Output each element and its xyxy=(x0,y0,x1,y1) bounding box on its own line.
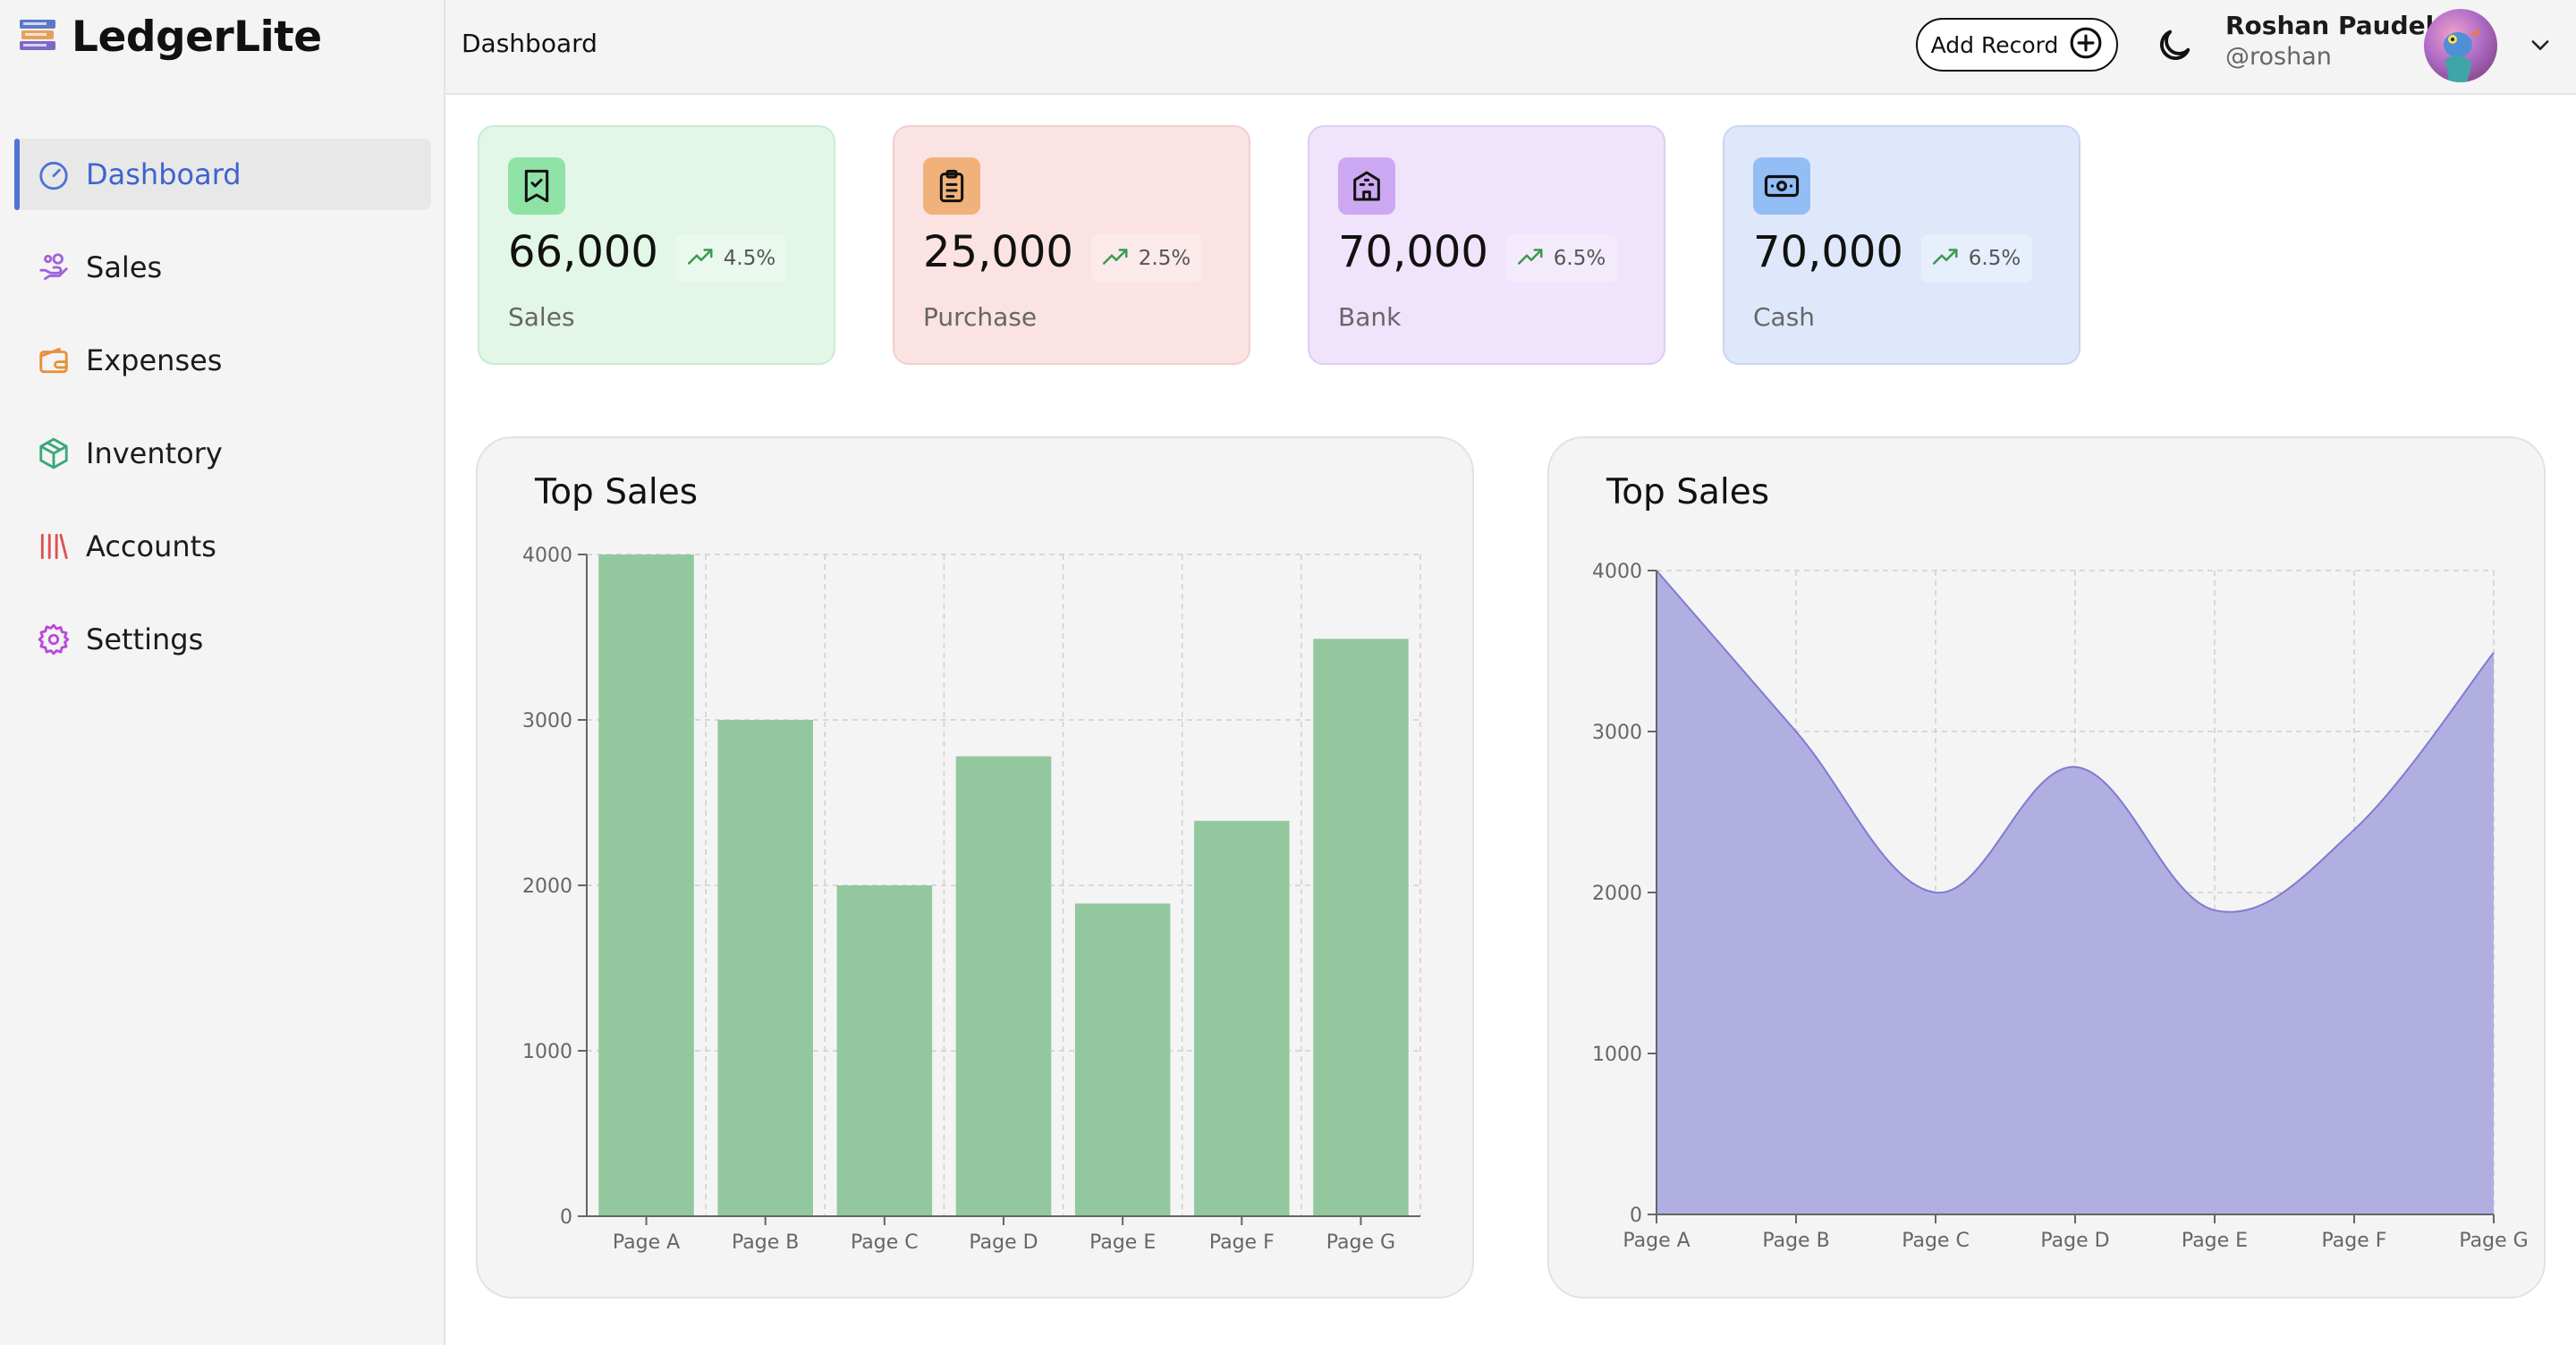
bar xyxy=(1313,639,1409,1216)
books-logo-icon xyxy=(16,14,59,61)
trend-badge: 4.5% xyxy=(676,234,787,283)
x-tick-label: Page E xyxy=(2182,1230,2248,1252)
x-tick-label: Page G xyxy=(2459,1230,2528,1252)
x-tick-label: Page D xyxy=(2040,1230,2109,1252)
sidebar-item-inventory[interactable]: Inventory xyxy=(14,418,431,489)
sidebar-item-label: Dashboard xyxy=(86,157,242,191)
top-bar: Dashboard Add Record Roshan Paudel @rosh… xyxy=(445,0,2576,95)
stat-card-cash[interactable]: 70,000 6.5% Cash xyxy=(1723,125,2080,365)
page-title: Dashboard xyxy=(462,29,597,58)
y-tick-label: 4000 xyxy=(1592,561,1642,583)
sidebar-item-dashboard[interactable]: Dashboard xyxy=(14,139,431,210)
x-tick-label: Page G xyxy=(1326,1231,1395,1254)
add-record-button[interactable]: Add Record xyxy=(1916,18,2118,72)
stat-value: 66,000 xyxy=(508,227,658,277)
trend-percent: 6.5% xyxy=(1553,247,1606,270)
y-tick-label: 4000 xyxy=(522,545,572,567)
sidebar-item-label: Sales xyxy=(86,250,163,284)
stat-label: Purchase xyxy=(923,302,1038,332)
gear-icon xyxy=(36,622,72,657)
x-tick-label: Page C xyxy=(1902,1230,1970,1252)
sidebar-item-expenses[interactable]: Expenses xyxy=(14,325,431,396)
y-tick-label: 1000 xyxy=(1592,1044,1642,1066)
x-tick-label: Page B xyxy=(1762,1230,1829,1252)
user-handle: @roshan xyxy=(2225,43,2332,71)
trend-percent: 6.5% xyxy=(1968,247,2021,270)
x-tick-label: Page F xyxy=(2322,1230,2387,1252)
chevron-down-icon[interactable] xyxy=(2526,32,2555,57)
moon-icon[interactable] xyxy=(2154,25,2195,66)
trend-percent: 4.5% xyxy=(723,247,776,270)
area-fill xyxy=(1657,571,2494,1214)
stat-label: Cash xyxy=(1753,302,1816,332)
wallet-icon xyxy=(36,343,72,378)
sidebar-nav: Dashboard Sales Expenses Inventory Accou… xyxy=(14,139,431,697)
y-tick-label: 0 xyxy=(1630,1205,1642,1227)
trending-up-icon xyxy=(1932,247,1960,270)
stat-card-bank[interactable]: 70,000 6.5% Bank xyxy=(1308,125,1665,365)
y-tick-label: 2000 xyxy=(1592,883,1642,905)
trend-badge: 2.5% xyxy=(1091,234,1202,283)
x-tick-label: Page F xyxy=(1209,1231,1275,1254)
sidebar: LedgerLite Dashboard Sales Expenses Inve… xyxy=(0,0,445,1345)
bar xyxy=(955,756,1052,1216)
bar-chart-panel: Top Sales 0 1000 2000 3000 4000 Page A Page BP… xyxy=(476,436,1474,1298)
sidebar-item-sales[interactable]: Sales xyxy=(14,232,431,303)
sidebar-item-label: Settings xyxy=(86,622,204,656)
hand-coins-icon xyxy=(36,250,72,285)
clipboard-icon xyxy=(923,157,980,215)
receipt-icon xyxy=(508,157,565,215)
trending-up-icon xyxy=(1517,247,1545,270)
bar xyxy=(717,720,813,1216)
user-name: Roshan Paudel xyxy=(2225,11,2435,40)
stat-label: Bank xyxy=(1338,302,1402,332)
y-tick-label: 0 xyxy=(560,1206,572,1229)
add-record-label: Add Record xyxy=(1930,31,2059,58)
sidebar-item-label: Inventory xyxy=(86,436,223,470)
bank-icon xyxy=(1338,157,1395,215)
avatar[interactable] xyxy=(2424,9,2497,82)
trending-up-icon xyxy=(687,247,715,270)
library-icon xyxy=(36,529,72,564)
box-icon xyxy=(36,436,72,471)
trend-badge: 6.5% xyxy=(1921,234,2032,283)
area-chart-panel: Top Sales 0 1000 2000 3000 4000 Page A Page BP… xyxy=(1547,436,2546,1298)
x-tick-label: Page C xyxy=(851,1231,919,1254)
x-tick-label: Page A xyxy=(1623,1230,1690,1252)
bar xyxy=(836,885,933,1216)
stat-card-sales[interactable]: 66,000 4.5% Sales xyxy=(478,125,835,365)
bar xyxy=(598,554,694,1216)
banknote-icon xyxy=(1753,157,1810,215)
area-chart: 0 1000 2000 3000 4000 Page A Page B Page C Page … xyxy=(1592,561,2529,1252)
trend-percent: 2.5% xyxy=(1138,247,1191,270)
x-tick-label: Page D xyxy=(969,1231,1038,1254)
bar xyxy=(1194,820,1290,1216)
sidebar-item-accounts[interactable]: Accounts xyxy=(14,511,431,582)
x-tick-label: Page A xyxy=(613,1231,680,1254)
gauge-icon xyxy=(36,156,72,192)
y-tick-label: 3000 xyxy=(522,710,572,732)
bar-chart: 0 1000 2000 3000 4000 Page A Page B Page C Page … xyxy=(522,545,1421,1254)
trending-up-icon xyxy=(1102,247,1130,270)
app-name: LedgerLite xyxy=(72,13,322,62)
y-tick-label: 2000 xyxy=(522,876,572,898)
plus-circle-icon xyxy=(2069,26,2103,63)
stat-value: 25,000 xyxy=(923,227,1073,277)
sidebar-item-settings[interactable]: Settings xyxy=(14,604,431,675)
y-tick-label: 3000 xyxy=(1592,722,1642,744)
y-tick-label: 1000 xyxy=(522,1041,572,1063)
trend-badge: 6.5% xyxy=(1506,234,1617,283)
stat-value: 70,000 xyxy=(1753,227,1903,277)
logo[interactable]: LedgerLite xyxy=(16,13,322,62)
sidebar-item-label: Expenses xyxy=(86,343,223,377)
x-tick-label: Page E xyxy=(1089,1231,1156,1254)
bar xyxy=(1074,903,1171,1216)
stat-card-purchase[interactable]: 25,000 2.5% Purchase xyxy=(893,125,1250,365)
sidebar-item-label: Accounts xyxy=(86,529,216,563)
stat-label: Sales xyxy=(508,302,575,332)
x-tick-label: Page B xyxy=(732,1231,799,1254)
stat-value: 70,000 xyxy=(1338,227,1488,277)
